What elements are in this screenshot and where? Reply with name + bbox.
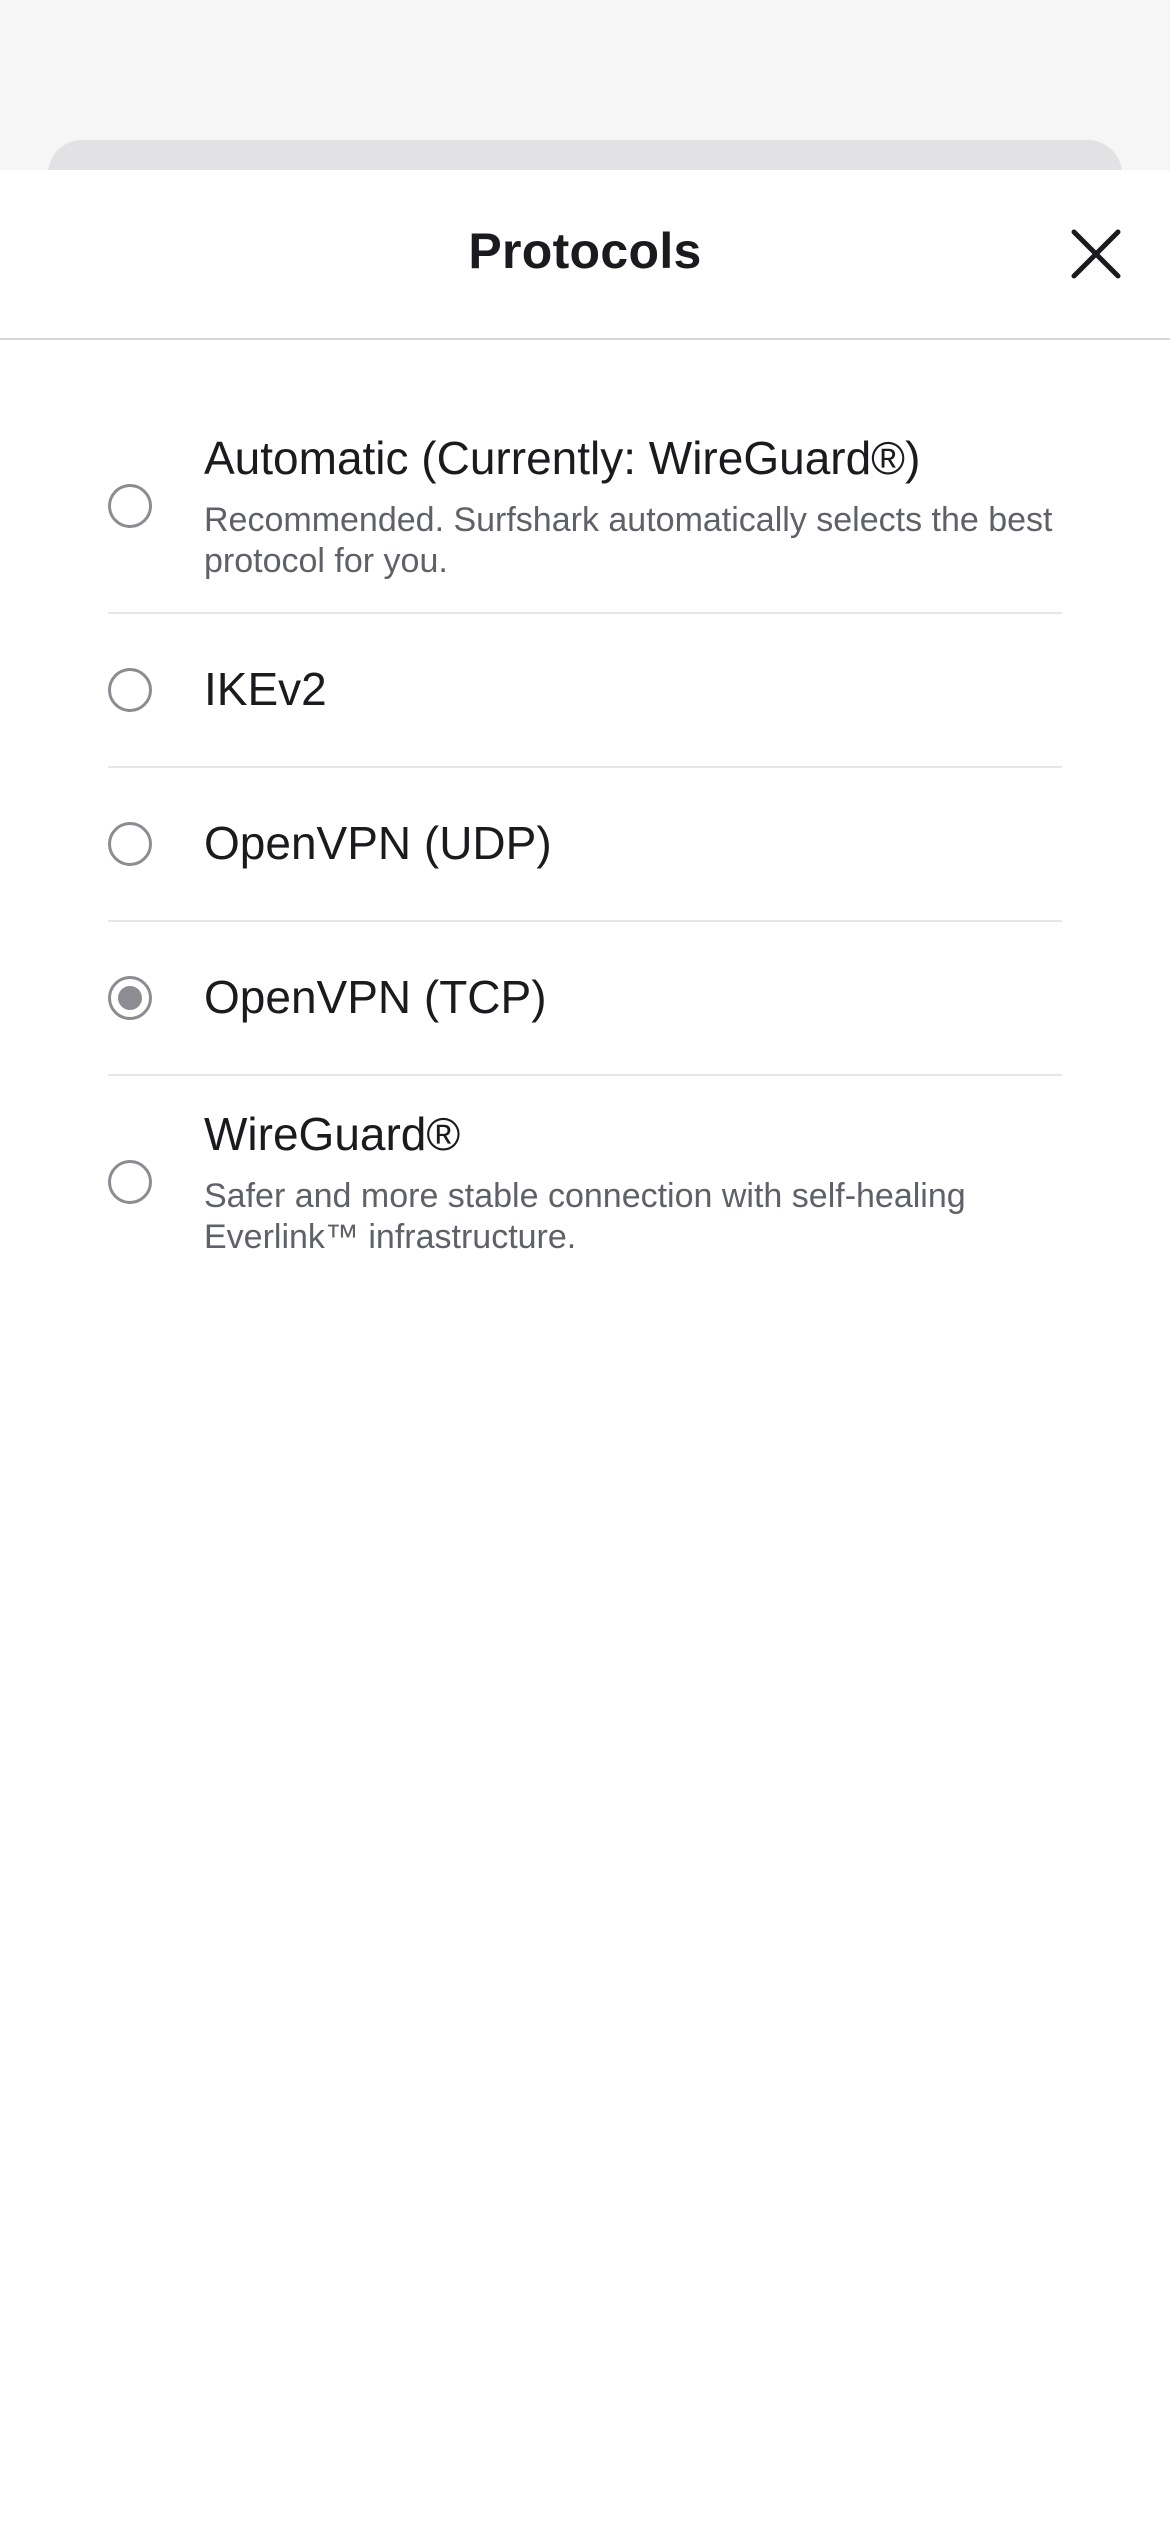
close-icon <box>1071 229 1121 279</box>
protocol-option-wireguard[interactable]: WireGuard® Safer and more stable connect… <box>108 1076 1062 1288</box>
radio-button[interactable] <box>108 668 152 712</box>
page-title: Protocols <box>468 223 702 279</box>
protocol-option-openvpn-udp[interactable]: OpenVPN (UDP) <box>108 768 1062 922</box>
protocol-option-ikev2[interactable]: IKEv2 <box>108 614 1062 768</box>
radio-button[interactable] <box>108 822 152 866</box>
protocol-option-openvpn-tcp[interactable]: OpenVPN (TCP) <box>108 922 1062 1076</box>
sheet-header: Protocols <box>0 170 1170 340</box>
option-description: Safer and more stable connection with se… <box>204 1176 966 1256</box>
protocols-sheet: Protocols Automatic (Currently: WireGuar… <box>0 170 1170 2532</box>
option-title: Automatic (Currently: WireGuard®) <box>204 431 921 484</box>
protocol-option-automatic[interactable]: Automatic (Currently: WireGuard®) Recomm… <box>108 400 1062 614</box>
radio-button[interactable] <box>108 1160 152 1204</box>
option-description: Recommended. Surfshark automatically sel… <box>204 500 1053 580</box>
radio-button[interactable] <box>108 976 152 1020</box>
radio-button[interactable] <box>108 484 152 528</box>
protocol-list: Automatic (Currently: WireGuard®) Recomm… <box>108 400 1062 1288</box>
option-title: IKEv2 <box>204 663 327 716</box>
option-title: OpenVPN (UDP) <box>204 817 552 870</box>
close-button[interactable] <box>1064 222 1128 286</box>
option-title: WireGuard® <box>204 1107 461 1160</box>
option-title: OpenVPN (TCP) <box>204 971 547 1024</box>
